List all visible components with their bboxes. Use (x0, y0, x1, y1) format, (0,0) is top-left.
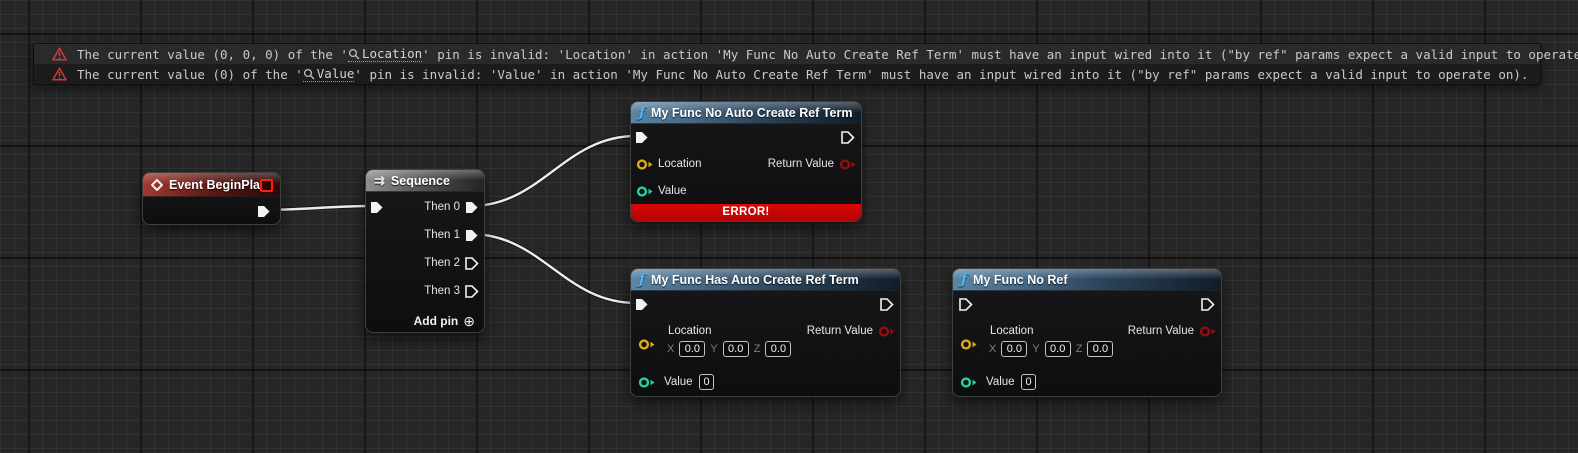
vector-input-row: X 0.0 Y 0.0 Z 0.0 (989, 341, 1113, 357)
exec-output-pin[interactable] (1200, 297, 1215, 312)
search-icon (303, 68, 315, 80)
add-pin-button[interactable]: Add pin⊕ (414, 314, 475, 328)
return-value-output-pin[interactable] (878, 325, 896, 338)
axis-y-label: Y (710, 342, 717, 357)
axis-z-label: Z (1076, 342, 1083, 357)
sequence-icon: ⇉ (374, 174, 385, 187)
node-my-func-has-auto-create-ref-term[interactable]: ƒ My Func Has Auto Create Ref Term Locat… (630, 268, 901, 397)
then-3-output-pin[interactable] (464, 284, 479, 299)
add-pin-icon: ⊕ (463, 314, 475, 328)
value-input-pin[interactable] (636, 185, 654, 198)
exec-input-pin[interactable] (634, 297, 649, 312)
return-value-label: Return Value (807, 324, 873, 338)
error-text-post: ' pin is invalid: 'Location' in action '… (422, 47, 1578, 62)
wire-then0-to-func-no-auto (470, 136, 636, 206)
warning-icon (52, 47, 67, 61)
location-pin-label: Location (668, 324, 711, 338)
function-icon: ƒ (639, 273, 645, 287)
function-icon: ƒ (639, 106, 645, 120)
node-title: My Func No Ref (973, 273, 1067, 287)
warning-icon (52, 67, 67, 81)
node-my-func-no-ref[interactable]: ƒ My Func No Ref Location X 0.0 Y 0.0 Z … (952, 268, 1222, 397)
return-value-label: Return Value (1128, 324, 1194, 338)
then-pin-label: Then 2 (424, 256, 460, 270)
wire-then1-to-func-has-auto (470, 234, 636, 303)
event-diamond-icon (151, 179, 163, 191)
node-my-func-no-auto-create-ref-term[interactable]: ƒ My Func No Auto Create Ref Term Locati… (630, 101, 862, 222)
error-text-post: ' pin is invalid: 'Value' in action 'My … (354, 67, 1528, 82)
exec-input-pin[interactable] (958, 297, 973, 312)
search-icon (348, 48, 360, 60)
node-header[interactable]: ⇉ Sequence (366, 170, 484, 192)
axis-y-input[interactable]: 0.0 (723, 341, 749, 357)
error-message-row[interactable]: The current value (0, 0, 0) of the ' Loc… (34, 44, 1540, 64)
return-value-label: Return Value (768, 157, 834, 171)
value-input-pin[interactable] (960, 376, 978, 389)
location-input-pin[interactable] (960, 338, 978, 351)
exec-output-pin[interactable] (256, 204, 271, 219)
value-input[interactable]: 0 (1021, 374, 1036, 390)
axis-x-label: X (989, 342, 996, 357)
value-input[interactable]: 0 (699, 374, 714, 390)
value-pin-label: Value (986, 375, 1015, 389)
value-input-pin[interactable] (638, 376, 656, 389)
then-0-output-pin[interactable] (464, 200, 479, 215)
exec-output-pin[interactable] (840, 130, 855, 145)
axis-z-label: Z (754, 342, 761, 357)
axis-y-label: Y (1032, 342, 1039, 357)
location-pin-label: Location (658, 157, 701, 171)
value-pin-label: Value (658, 184, 687, 198)
location-input-pin[interactable] (638, 338, 656, 351)
function-icon: ƒ (961, 273, 967, 287)
value-pin-label: Value (664, 375, 693, 389)
axis-x-input[interactable]: 0.0 (679, 341, 705, 357)
then-pin-label: Then 3 (424, 284, 460, 298)
node-error-banner: ERROR! (631, 204, 861, 221)
event-red-box-icon (260, 179, 273, 192)
vector-input-row: X 0.0 Y 0.0 Z 0.0 (667, 341, 791, 357)
axis-z-input[interactable]: 0.0 (765, 341, 791, 357)
location-pin-label: Location (990, 324, 1033, 338)
node-event-beginplay[interactable]: Event BeginPlay (142, 172, 281, 225)
node-sequence[interactable]: ⇉ Sequence Then 0 Then 1 Then 2 Then 3 A… (365, 169, 485, 333)
axis-y-input[interactable]: 0.0 (1045, 341, 1071, 357)
node-title: Sequence (391, 174, 450, 188)
return-value-output-pin[interactable] (839, 158, 857, 171)
error-text-pre: The current value (0) of the ' (77, 67, 303, 82)
then-pin-label: Then 0 (424, 200, 460, 214)
error-message-row[interactable]: The current value (0) of the ' Value ' p… (34, 64, 1540, 84)
location-input-pin[interactable] (636, 158, 654, 171)
node-title: Event BeginPlay (169, 178, 267, 192)
exec-input-pin[interactable] (634, 130, 649, 145)
exec-input-pin[interactable] (369, 200, 384, 215)
node-header[interactable]: ƒ My Func Has Auto Create Ref Term (631, 269, 900, 291)
error-text-pre: The current value (0, 0, 0) of the ' (77, 47, 348, 62)
axis-x-label: X (667, 342, 674, 357)
blueprint-graph-canvas[interactable]: The current value (0, 0, 0) of the ' Loc… (0, 0, 1578, 453)
then-pin-label: Then 1 (424, 228, 460, 242)
then-2-output-pin[interactable] (464, 256, 479, 271)
node-title: My Func No Auto Create Ref Term (651, 106, 852, 120)
return-value-output-pin[interactable] (1199, 325, 1217, 338)
error-pin-link[interactable]: Value (303, 66, 355, 82)
compiler-error-panel: The current value (0, 0, 0) of the ' Loc… (33, 43, 1541, 85)
error-pin-link[interactable]: Location (348, 46, 422, 62)
axis-z-input[interactable]: 0.0 (1087, 341, 1113, 357)
axis-x-input[interactable]: 0.0 (1001, 341, 1027, 357)
then-1-output-pin[interactable] (464, 228, 479, 243)
node-header[interactable]: Event BeginPlay (143, 173, 280, 197)
node-header[interactable]: ƒ My Func No Auto Create Ref Term (631, 102, 861, 124)
exec-output-pin[interactable] (879, 297, 894, 312)
node-title: My Func Has Auto Create Ref Term (651, 273, 859, 287)
node-header[interactable]: ƒ My Func No Ref (953, 269, 1221, 291)
